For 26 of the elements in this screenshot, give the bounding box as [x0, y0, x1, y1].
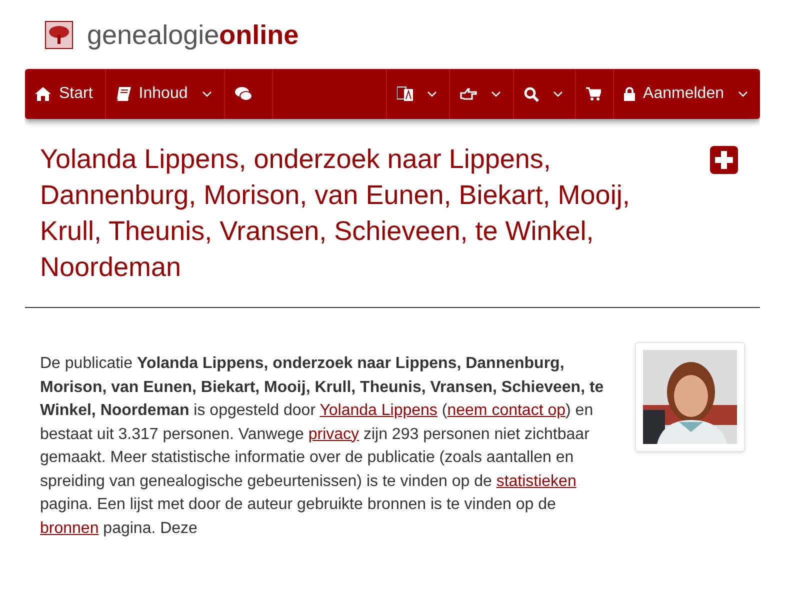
nav-link[interactable]: Aanmelden	[614, 69, 760, 119]
text-link[interactable]: Yolanda Lippens	[320, 402, 438, 419]
chat-icon	[234, 87, 252, 101]
cart-icon	[586, 87, 602, 101]
site-logo-text[interactable]: genealogieonline	[87, 20, 299, 50]
search-icon	[524, 86, 540, 102]
text-link[interactable]: neem contact op	[447, 402, 566, 419]
caret-icon	[553, 91, 564, 97]
lock-icon	[624, 87, 636, 101]
translate-icon	[397, 86, 414, 102]
plus-icon[interactable]	[710, 146, 738, 174]
caret-icon	[202, 91, 212, 97]
text-link[interactable]: statistieken	[496, 472, 576, 490]
intro-paragraph: De publicatie Yolanda Lippens, onderzoek naar Lippens, Dannenburg, Morison, van Eunen, Biekart, Mooij, Krull, Theunis, Vransen, Schieveen, te Winkel, Noordeman is opgesteld door Yolanda Lippens (neem contact op) en bestaat uit 3.317 personen. Vanwege privacy zijn 293 personen niet zichtbaar gemaakt. Meer statistische informatie over de publicatie (zoals aantallen en spreiding van genealogische gebeurtenissen) is te vinden op de statistieken pagina. Een lijst met door de auteur gebruikte bronnen is te vinden op de bronnen pagina. Deze	[40, 354, 605, 538]
tree-logo-icon[interactable]	[45, 21, 73, 49]
book-icon	[116, 87, 131, 101]
caret-icon	[427, 91, 438, 97]
nav-link[interactable]: Start	[25, 69, 106, 119]
page-title: Yolanda Lippens, onderzoek naar Lippens, Dannenburg, Morison, van Eunen, Biekart, Mooij, Krull, Theunis, Vransen, Schieveen, te Winkel, Noordeman	[40, 143, 631, 284]
caret-icon	[738, 91, 748, 97]
caret-icon	[491, 91, 502, 97]
text-link[interactable]: privacy	[308, 426, 360, 442]
home-icon	[35, 87, 51, 101]
pointing-hand-icon	[460, 87, 478, 101]
nav-link[interactable]: Inhoud	[106, 69, 225, 119]
text-link[interactable]: bronnen	[40, 520, 99, 536]
